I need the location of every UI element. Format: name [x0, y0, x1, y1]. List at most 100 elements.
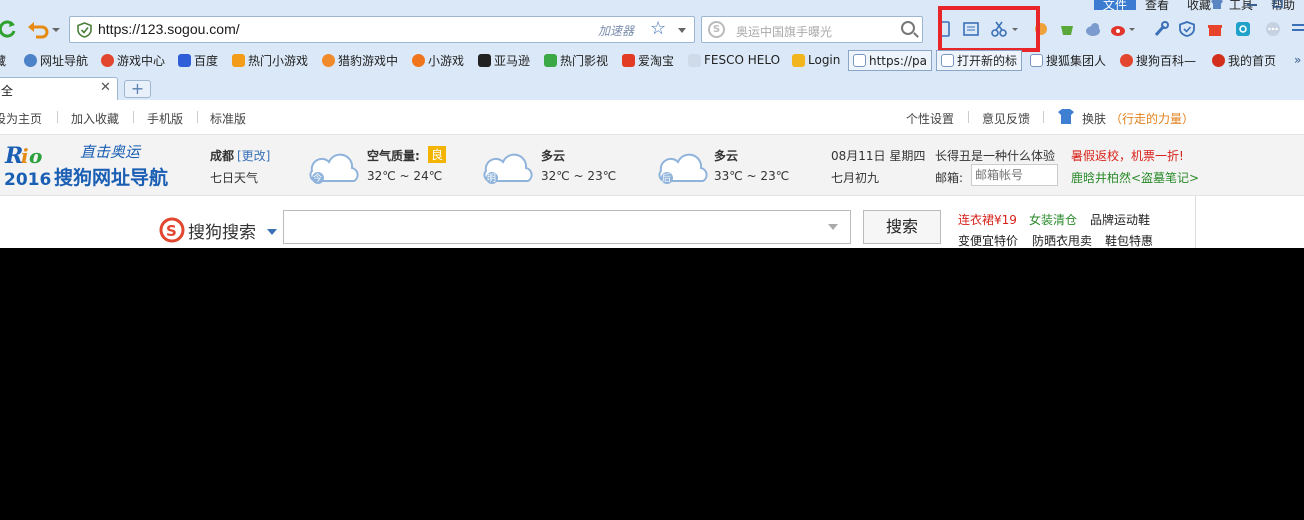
game-folder-icon: [232, 53, 245, 67]
translate-icon[interactable]: [1234, 20, 1252, 38]
hot-link[interactable]: 变便宜特价: [958, 232, 1018, 248]
tomorrow-condition: 多云: [541, 149, 566, 163]
page-icon: [853, 54, 866, 67]
day-after-condition: 多云: [714, 149, 739, 163]
weibo-icon: [1212, 53, 1225, 67]
cheetah-icon: [322, 53, 335, 67]
bookmark-item[interactable]: FESCO HELO: [688, 50, 780, 70]
bookmark-item[interactable]: https://pa: [848, 50, 932, 71]
tomorrow-temperature: 32℃ ~ 23℃: [541, 169, 617, 183]
svg-text:o: o: [29, 144, 42, 168]
promo-link-green[interactable]: 鹿晗井柏然<盗墓笔记>: [1071, 169, 1199, 186]
svg-text:i: i: [21, 144, 29, 168]
change-skin-link[interactable]: 换肤: [1082, 110, 1106, 127]
bookmark-item[interactable]: 热门影视: [544, 50, 608, 70]
sidebar-toggle-icon[interactable]: [1290, 20, 1304, 38]
undo-close-tab-icon[interactable]: [26, 18, 64, 40]
video-play-icon: [544, 53, 557, 67]
standard-version-link[interactable]: 标准版: [210, 110, 246, 127]
hot-link[interactable]: 防晒衣甩卖: [1032, 232, 1092, 248]
chevron-down-icon[interactable]: [828, 224, 838, 230]
bookmark-item[interactable]: 猎豹游戏中: [322, 50, 398, 70]
active-tab[interactable]: 全 ✕: [0, 77, 118, 100]
email-field[interactable]: [971, 164, 1058, 186]
more-icon[interactable]: [1264, 20, 1282, 38]
security-shield-icon[interactable]: [1178, 20, 1196, 38]
bookmark-item[interactable]: 游戏中心: [101, 50, 165, 70]
amazon-icon: [478, 53, 491, 67]
city-name: 成都: [210, 149, 235, 163]
address-bar[interactable]: https://123.sogou.com/ 加速器 ☆: [69, 16, 695, 43]
set-homepage-link[interactable]: 设为主页: [0, 110, 42, 127]
cloud-icon: 明: [480, 151, 534, 184]
page-icon: [941, 54, 954, 67]
gift-icon[interactable]: [1206, 20, 1224, 38]
seven-day-weather-link[interactable]: 七日天气: [210, 169, 258, 186]
search-icon[interactable]: [901, 21, 915, 35]
game-icon[interactable]: [1058, 20, 1076, 38]
weibo-icon[interactable]: [1110, 20, 1135, 38]
chevron-down-icon[interactable]: [678, 28, 686, 33]
bookmark-item[interactable]: 搜狐集团人: [1030, 50, 1106, 70]
bookmark-item[interactable]: 网址导航: [24, 50, 88, 70]
chevron-down-icon[interactable]: [267, 229, 277, 235]
baidu-paw-icon: [178, 53, 191, 67]
hot-link[interactable]: 连衣裙¥19: [958, 211, 1017, 228]
bookmarks-overflow-icon[interactable]: »: [1294, 50, 1301, 70]
bookmark-item[interactable]: 热门小游戏: [232, 50, 308, 70]
svg-text:2016: 2016: [4, 170, 51, 189]
rio-logo[interactable]: R i o 2016: [4, 141, 56, 192]
cloud-icon: 后: [655, 151, 709, 184]
bookmark-item[interactable]: Login: [792, 50, 840, 70]
minimize-icon[interactable]: [1246, 0, 1258, 12]
hot-link[interactable]: 女装清仓: [1029, 211, 1077, 228]
page-icon: [688, 53, 701, 67]
air-quality-label: 空气质量:: [367, 149, 420, 163]
search-placeholder[interactable]: 奥运中国旗手曝光: [736, 23, 832, 40]
bookmark-item[interactable]: 我的首页: [1212, 50, 1276, 70]
url-text[interactable]: https://123.sogou.com/: [98, 21, 240, 37]
bookmark-item[interactable]: 小游戏: [412, 50, 464, 70]
hot-link[interactable]: 鞋包特惠: [1105, 232, 1153, 248]
new-tab-button[interactable]: +: [124, 80, 151, 98]
bookmark-item[interactable]: 百度: [178, 50, 218, 70]
air-quality-badge: 良: [428, 146, 447, 163]
wrench-icon[interactable]: [1152, 20, 1170, 38]
feedback-link[interactable]: 意见反馈: [982, 110, 1030, 127]
highlight-annotation-box: [938, 6, 1040, 52]
star-icon[interactable]: ☆: [650, 18, 666, 39]
sogou-logo-icon: S: [708, 21, 725, 38]
bookmark-item[interactable]: 搜狗百科—: [1120, 50, 1196, 70]
refresh-icon[interactable]: [0, 18, 18, 40]
lunar-date-text: 七月初九: [831, 171, 880, 185]
headline-link[interactable]: 长得丑是一种什么体验: [935, 147, 1055, 164]
cloud-icon[interactable]: [1084, 20, 1102, 38]
bookmark-item[interactable]: 藏: [0, 50, 6, 70]
email-label: 邮箱:: [935, 171, 964, 185]
menu-view[interactable]: 查看: [1136, 0, 1178, 12]
promo-link-red[interactable]: 暑假返校，机票一折!: [1071, 147, 1184, 164]
menu-file[interactable]: 文件: [1093, 0, 1136, 12]
blank-area: [0, 248, 1304, 520]
browser-chrome: 文件 查看 收藏 工具 帮助 https://123.sogou.com/ 加速…: [0, 0, 1304, 100]
close-icon[interactable]: ✕: [100, 80, 111, 95]
shirt-skin-icon[interactable]: [1210, 0, 1224, 12]
search-button[interactable]: 搜索: [863, 210, 941, 244]
bookmark-item[interactable]: 爱淘宝: [622, 50, 674, 70]
page-icon: [1030, 53, 1043, 67]
personal-settings-link[interactable]: 个性设置: [906, 110, 954, 127]
change-city-link[interactable]: [更改]: [237, 147, 270, 164]
top-links-bar: 设为主页 加入收藏 手机版 标准版 个性设置 意见反馈 换肤 （行走的力量）: [0, 100, 1304, 134]
add-favorite-link[interactable]: 加入收藏: [71, 110, 119, 127]
sogou-logo-icon: S: [159, 217, 185, 246]
restore-icon[interactable]: [1272, 0, 1284, 12]
search-input[interactable]: [283, 210, 851, 244]
browser-search-box[interactable]: S 奥运中国旗手曝光: [701, 16, 923, 43]
shield-icon: [77, 22, 92, 41]
mobile-version-link[interactable]: 手机版: [147, 110, 183, 127]
bookmark-item[interactable]: 亚马逊: [478, 50, 530, 70]
skin-name: （行走的力量）: [1110, 112, 1195, 126]
hot-link[interactable]: 品牌运动鞋: [1090, 211, 1150, 228]
bookmark-item[interactable]: 打开新的标: [936, 50, 1023, 71]
accelerator-link[interactable]: 加速器: [598, 22, 634, 39]
